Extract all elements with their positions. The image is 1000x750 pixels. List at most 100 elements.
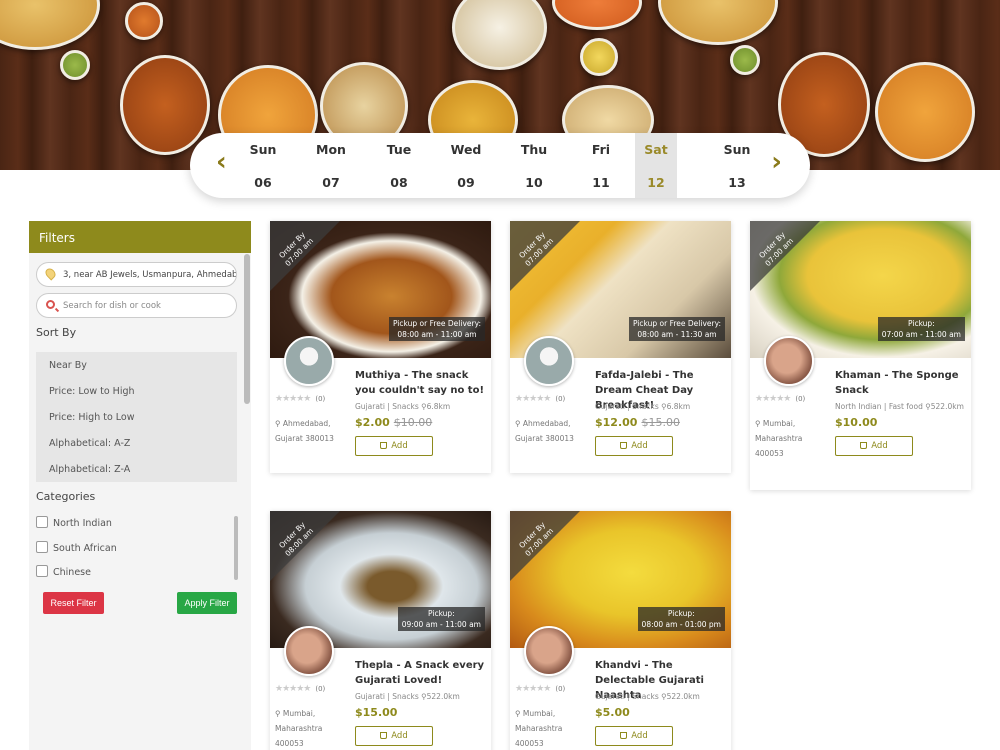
day-name: Sat [644, 142, 668, 157]
cook-avatar[interactable] [284, 336, 334, 386]
delivery-window: Pickup: 07:00 am - 11:00 am [877, 317, 965, 341]
sidebar-scrollbar[interactable] [244, 254, 250, 404]
search-input[interactable]: Search for dish or cook [36, 293, 237, 318]
day-tab[interactable]: Mon 07 [297, 133, 365, 198]
category-checkbox[interactable] [36, 540, 48, 553]
dish-card[interactable]: Order By 08:00 am Pickup: 09:00 am - 11:00… [270, 511, 491, 750]
address-field[interactable]: 3, near AB Jewels, Usmanpura, Ahmedabad,… [36, 262, 237, 287]
dish-price: $15.00 [355, 706, 398, 719]
delivery-window: Pickup or Free Delivery: 08:00 am - 11:30… [628, 317, 725, 341]
category-item[interactable]: Chinese [36, 564, 236, 589]
rating-count: (0) [795, 395, 806, 403]
rating-count: (0) [555, 685, 566, 693]
dish-price: $5.00 [595, 706, 630, 719]
day-tab[interactable]: Sun 06 [229, 133, 297, 198]
reset-filter-button[interactable]: Reset Filter [43, 592, 104, 614]
dish-title[interactable]: Khaman - The Sponge Snack [835, 368, 965, 398]
bag-icon [620, 442, 628, 449]
bag-icon [860, 442, 868, 449]
bag-icon [380, 442, 388, 449]
day-name: Tue [386, 142, 412, 157]
cook-location: ⚲ Mumbai, Maharashtra 400053 [275, 709, 323, 748]
location-pin-icon: ⚲ [275, 709, 283, 718]
chevron-right-icon[interactable]: › [771, 147, 782, 177]
sort-options-list: Near By Price: Low to High Price: High t… [36, 352, 237, 482]
bag-icon [380, 732, 388, 739]
day-name: Mon [316, 142, 346, 157]
day-tab[interactable]: Fri 11 [567, 133, 635, 198]
filters-title: Filters [29, 221, 251, 253]
rating-stars: ★★★★★ (0) [515, 394, 566, 404]
add-to-cart-button[interactable]: Add [355, 726, 433, 746]
category-item[interactable]: North Indian [36, 515, 236, 540]
cook-location: ⚲ Ahmedabad, Gujarat 380013 [515, 419, 574, 443]
dish-card[interactable]: Order By 07:00 am Pickup: 07:00 am - 11:00… [750, 221, 971, 490]
address-value: 3, near AB Jewels, Usmanpura, Ahmedabad,… [63, 270, 237, 280]
rating-count: (0) [315, 685, 326, 693]
dish-card[interactable]: Order By 07:00 am Pickup or Free Delivery… [510, 221, 731, 473]
add-to-cart-button[interactable]: Add [595, 436, 673, 456]
apply-filter-button[interactable]: Apply Filter [177, 592, 237, 614]
food-plate-image [730, 45, 760, 75]
chevron-left-icon[interactable]: ‹ [216, 147, 227, 177]
cook-avatar[interactable] [524, 336, 574, 386]
delivery-window: Pickup or Free Delivery: 08:00 am - 11:00… [388, 317, 485, 341]
day-tab[interactable]: Sun 13 [703, 133, 771, 198]
day-name: Fri [591, 142, 611, 157]
add-to-cart-button[interactable]: Add [355, 436, 433, 456]
rating-stars: ★★★★★ (0) [275, 684, 326, 694]
add-to-cart-button[interactable]: Add [835, 436, 913, 456]
food-plate-image [452, 0, 547, 70]
day-date: 06 [254, 175, 272, 190]
categories-list: North Indian South African Chinese [36, 515, 236, 589]
category-checkbox[interactable] [36, 516, 48, 528]
sort-by-label: Sort By [36, 326, 77, 339]
cook-location: ⚲ Mumbai, Maharashtra 400053 [515, 709, 563, 748]
delivery-window: Pickup: 08:00 am - 01:00 pm [637, 607, 725, 631]
dish-meta: Gujarati | Snacks ⚲6.8km [595, 402, 691, 411]
sort-option[interactable]: Near By [36, 352, 237, 378]
day-date: 07 [322, 175, 340, 190]
rating-count: (0) [315, 395, 326, 403]
sort-option[interactable]: Price: Low to High [36, 378, 237, 404]
dish-title[interactable]: Thepla - A Snack every Gujarati Loved! [355, 658, 485, 688]
day-date: 11 [592, 175, 610, 190]
dish-card[interactable]: Order By 07:00 am Pickup: 08:00 am - 01:00… [510, 511, 731, 750]
day-tab[interactable]: Tue 08 [365, 133, 433, 198]
cook-avatar[interactable] [764, 336, 814, 386]
cook-location: ⚲ Ahmedabad, Gujarat 380013 [275, 419, 334, 443]
category-checkbox[interactable] [36, 565, 48, 577]
rating-count: (0) [555, 395, 566, 403]
day-tab[interactable]: Thu 10 [500, 133, 568, 198]
dish-meta: North Indian | Fast food ⚲522.0km [835, 402, 964, 411]
rating-stars: ★★★★★ (0) [275, 394, 326, 404]
categories-scrollbar[interactable] [234, 516, 238, 580]
cook-avatar[interactable] [284, 626, 334, 676]
sort-option[interactable]: Alphabetical: A-Z [36, 430, 237, 456]
day-date: 13 [728, 175, 746, 190]
day-tab-selected[interactable]: Sat 12 [635, 133, 677, 198]
food-plate-image [60, 50, 90, 80]
day-name: Sun [249, 142, 277, 157]
category-label: North Indian [53, 518, 112, 529]
dish-title[interactable]: Muthiya - The snack you couldn't say no … [355, 368, 485, 398]
food-plate-image [875, 62, 975, 162]
day-tab[interactable]: Wed 09 [432, 133, 500, 198]
category-label: Chinese [53, 567, 91, 578]
old-price: $10.00 [393, 416, 433, 429]
day-date: 12 [647, 175, 665, 190]
sort-option[interactable]: Price: High to Low [36, 404, 237, 430]
day-name: Sun [723, 142, 751, 157]
sort-option[interactable]: Alphabetical: Z-A [36, 456, 237, 482]
day-selector: ‹ Sun 06 Mon 07 Tue 08 Wed 09 Thu 10 Fri 11 Sa… [190, 133, 810, 198]
rating-stars: ★★★★★ (0) [515, 684, 566, 694]
categories-label: Categories [36, 490, 96, 503]
food-plate-image [125, 2, 163, 40]
category-item[interactable]: South African [36, 540, 236, 565]
filters-panel: Filters 3, near AB Jewels, Usmanpura, Ah… [29, 221, 251, 750]
add-to-cart-button[interactable]: Add [595, 726, 673, 746]
dish-card[interactable]: Order By 07:00 am Pickup or Free Delivery… [270, 221, 491, 473]
category-label: South African [53, 542, 117, 554]
old-price: $15.00 [641, 416, 680, 429]
cook-avatar[interactable] [524, 626, 574, 676]
